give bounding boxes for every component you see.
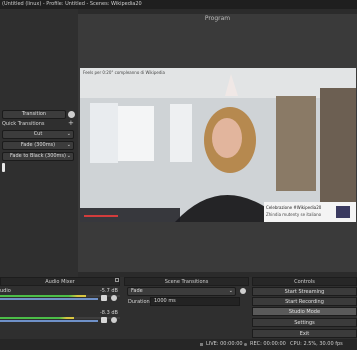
controls-title: Controls xyxy=(252,277,357,286)
chevron-down-icon: ⌄ xyxy=(228,288,233,294)
volume-slider[interactable] xyxy=(0,320,98,322)
start-streaming-button[interactable]: Start Streaming xyxy=(252,287,357,296)
chevron-down-icon: ⌄ xyxy=(66,153,71,159)
audio-mixer-title: Audio Mixer xyxy=(0,277,120,286)
chevron-down-icon: ⌄ xyxy=(66,142,71,148)
audio-channel-name: udio xyxy=(0,288,11,294)
quick-transition-cut[interactable]: Cut ⌄ xyxy=(2,130,74,139)
quick-transition-label: Fade (300ms) xyxy=(20,142,56,148)
video-frame xyxy=(80,68,356,222)
audio-channel-db: -5.7 dB xyxy=(100,288,118,294)
speaker-icon[interactable] xyxy=(101,317,107,323)
quick-transition-label: Cut xyxy=(33,131,43,137)
gear-icon[interactable] xyxy=(240,288,246,294)
lower-third-name: Celebrazione #Wikipedia20 xyxy=(266,205,322,210)
gear-icon[interactable] xyxy=(111,295,117,301)
status-bar: LIVE: 00:00:00 REC: 00:00:00 CPU: 2.5%, … xyxy=(0,339,357,350)
video-overlay-title: Feels per 0:20° compleanno di Wikipedia xyxy=(83,70,165,75)
dock-float-icon[interactable] xyxy=(115,278,119,282)
transition-select-value: Fade xyxy=(131,288,143,294)
audio-meter-level xyxy=(0,295,86,297)
t-bar-handle[interactable] xyxy=(2,163,5,172)
transition-select[interactable]: Fade ⌄ xyxy=(127,287,236,296)
chevron-down-icon: ⌄ xyxy=(66,131,71,137)
program-label: Program xyxy=(204,15,231,22)
audio-meter-level xyxy=(0,317,74,319)
quick-transition-fade[interactable]: Fade (300ms) ⌄ xyxy=(2,141,74,150)
quick-transitions-label: Quick Transitions xyxy=(2,121,45,127)
live-status: LIVE: 00:00:00 xyxy=(206,341,243,347)
transition-button[interactable]: Transition xyxy=(2,110,66,119)
start-recording-button[interactable]: Start Recording xyxy=(252,297,357,306)
scene-transitions-title: Scene Transitions xyxy=(124,277,249,286)
speaker-icon[interactable] xyxy=(101,295,107,301)
window-titlebar: (Untitled (linux) - Profile: Untitled - … xyxy=(0,0,357,9)
duration-value: 1000 ms xyxy=(154,298,176,304)
gear-icon[interactable] xyxy=(68,111,75,118)
quick-transition-label: Fade to Black (300ms) xyxy=(10,153,66,159)
program-video: Feels per 0:20° compleanno di Wikipedia … xyxy=(80,68,356,222)
window-title: (Untitled (linux) - Profile: Untitled - … xyxy=(2,1,142,7)
rec-status: REC: 00:00:00 xyxy=(250,341,286,347)
dock-area: Audio Mixer udio -5.7 dB -8.3 dB Scene T… xyxy=(0,277,357,339)
live-indicator-icon xyxy=(200,343,203,346)
duration-input[interactable]: 1000 ms xyxy=(150,297,240,306)
quick-transition-fade-black[interactable]: Fade to Black (300ms) ⌄ xyxy=(2,152,74,161)
volume-slider[interactable] xyxy=(0,298,98,300)
lower-third-sub: Zhindia mutenty se italiano xyxy=(266,212,322,217)
audio-channel-db: -8.3 dB xyxy=(100,310,118,316)
duration-label: Duration xyxy=(128,299,150,305)
exit-button[interactable]: Exit xyxy=(252,329,357,338)
transition-panel: Transition Quick Transitions + Cut ⌄ Fade… xyxy=(0,9,78,277)
settings-button[interactable]: Settings xyxy=(252,318,357,327)
studio-mode-button[interactable]: Studio Mode xyxy=(252,307,357,316)
cpu-status: CPU: 2.5%, 30.00 fps xyxy=(290,341,343,347)
add-icon[interactable]: + xyxy=(68,120,74,127)
gear-icon[interactable] xyxy=(111,317,117,323)
rec-indicator-icon xyxy=(244,343,247,346)
